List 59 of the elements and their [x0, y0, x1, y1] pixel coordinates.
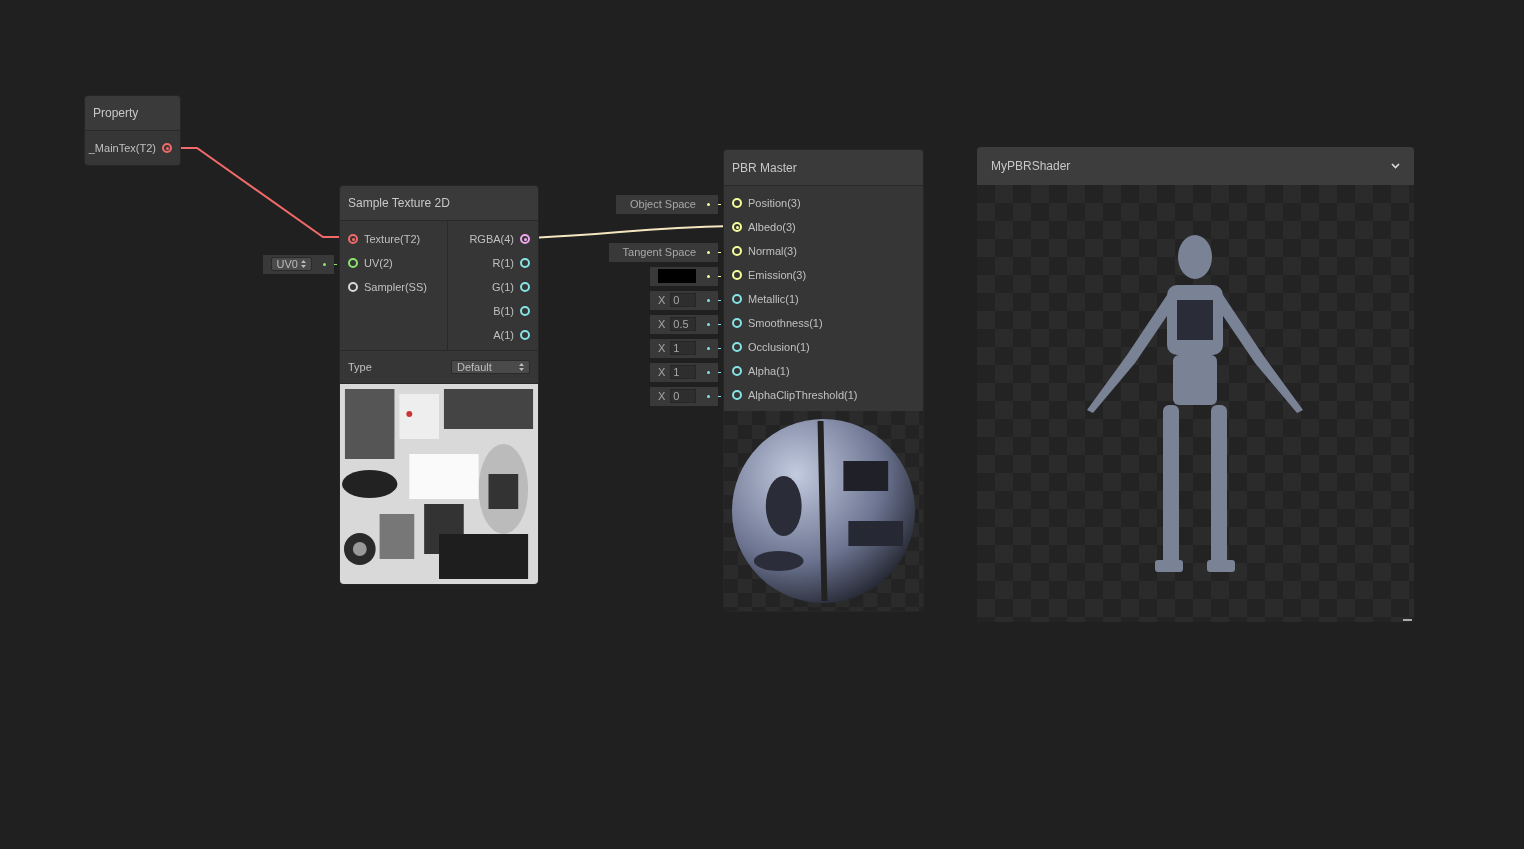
axis-label: X: [658, 340, 666, 356]
port-socket[interactable]: [732, 390, 742, 400]
node-title: Sample Texture 2D: [348, 195, 450, 212]
setting-label: Type: [348, 359, 372, 375]
space-label: Object Space: [629, 196, 696, 212]
port-label: Emission(3): [748, 267, 807, 283]
port-socket[interactable]: [520, 282, 530, 292]
preview-title: MyPBRShader: [991, 158, 1071, 175]
axis-label: X: [658, 316, 666, 332]
type-dropdown[interactable]: Default: [451, 360, 530, 374]
port-socket[interactable]: [520, 258, 530, 268]
port-socket[interactable]: [520, 234, 530, 244]
axis-label: X: [658, 364, 666, 380]
node-header[interactable]: Property: [85, 96, 180, 131]
node-header[interactable]: Sample Texture 2D: [340, 186, 538, 221]
updown-icon: [519, 363, 524, 371]
uv-dropdown[interactable]: UV0: [270, 257, 312, 271]
node-title: PBR Master: [732, 159, 797, 177]
number-field[interactable]: 1: [670, 365, 696, 379]
port-socket[interactable]: [520, 330, 530, 340]
port-socket[interactable]: [732, 342, 742, 352]
axis-label: X: [658, 388, 666, 404]
port-label: Albedo(3): [748, 219, 796, 235]
port-label: R(1): [492, 255, 514, 271]
graph-node[interactable]: Sample Texture 2D Texture(T2) UV(2) Sampler(SS) RGBA(4) R(1) G(1) B(1) A(1) Type Default: [339, 185, 539, 585]
port-socket[interactable]: [732, 318, 742, 328]
port-label: AlphaClipThreshold(1): [748, 387, 858, 403]
chevron-down-icon[interactable]: [1391, 163, 1400, 169]
number-field[interactable]: 0: [670, 293, 696, 307]
graph-node[interactable]: PBR Master Position(3) Albedo(3) Normal(3) Emission(3) Metallic(1) Smoothness(1) Occlusion(1) Alpha(1) AlphaClipThreshold(1): [723, 149, 924, 612]
port-label: Normal(3): [748, 243, 797, 259]
port-label: RGBA(4): [469, 231, 514, 247]
port-label: A(1): [493, 327, 514, 343]
graph-node[interactable]: Property _MainTex(T2): [84, 95, 181, 166]
port-label: Alpha(1): [748, 363, 790, 379]
port-label: Position(3): [748, 195, 801, 211]
port-socket[interactable]: [732, 366, 742, 376]
space-label: Tangent Space: [622, 244, 696, 260]
port-socket[interactable]: [520, 306, 530, 316]
updown-icon: [301, 260, 306, 268]
port-label: Texture(T2): [364, 231, 421, 247]
number-field[interactable]: 0.5: [670, 317, 696, 331]
port-label: Metallic(1): [748, 291, 799, 307]
port-label: _MainTex(T2): [88, 140, 156, 156]
port-label: UV(2): [364, 255, 393, 271]
port-label: Sampler(SS): [364, 279, 427, 295]
number-field[interactable]: 0: [670, 389, 696, 403]
port-label: Occlusion(1): [748, 339, 810, 355]
port-label: Smoothness(1): [748, 315, 823, 331]
node-header[interactable]: PBR Master: [724, 150, 923, 186]
port-label: G(1): [492, 279, 514, 295]
axis-label: X: [658, 292, 666, 308]
port-label: B(1): [493, 303, 514, 319]
port-socket[interactable]: [732, 294, 742, 304]
number-field[interactable]: 1: [670, 341, 696, 355]
resize-handle[interactable]: [1403, 619, 1412, 621]
color-swatch[interactable]: [658, 269, 696, 283]
port-socket[interactable]: [348, 258, 358, 268]
node-title: Property: [93, 105, 139, 122]
